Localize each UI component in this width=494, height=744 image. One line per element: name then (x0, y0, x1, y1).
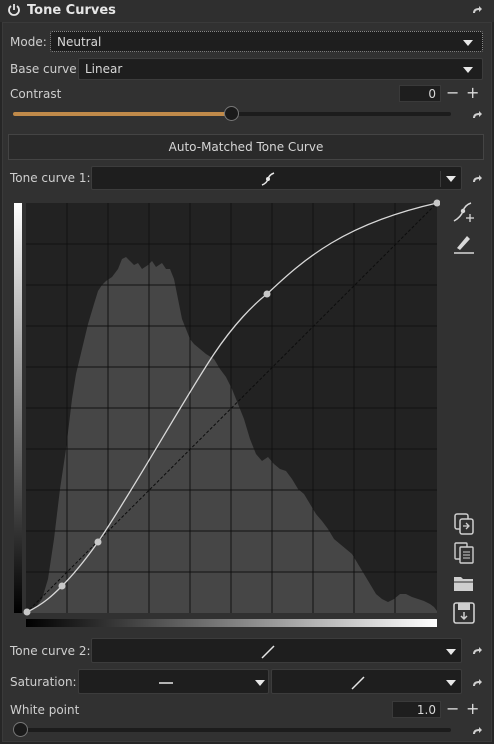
contrast-increment-button[interactable]: + (466, 85, 479, 101)
chevron-down-icon (446, 176, 456, 182)
reset-arrow-icon[interactable] (471, 678, 483, 688)
reset-arrow-icon[interactable] (471, 646, 483, 656)
reset-arrow-icon[interactable] (471, 726, 483, 736)
tone-curve-editor[interactable] (14, 199, 440, 629)
parametric-curve-icon (261, 172, 275, 186)
white-point-value-field[interactable]: 1.0 (392, 701, 441, 718)
contrast-decrement-button[interactable]: − (446, 85, 459, 101)
chevron-down-icon (446, 649, 456, 655)
linear-curve-icon (261, 645, 275, 659)
contrast-value-field[interactable]: 0 (399, 85, 441, 102)
chevron-down-icon (446, 680, 456, 686)
mode-label: Mode: (10, 35, 47, 49)
open-folder-icon[interactable] (451, 570, 477, 596)
mode-value: Neutral (57, 35, 102, 49)
copy-icon[interactable] (451, 511, 477, 537)
contrast-slider-handle[interactable] (224, 106, 239, 121)
saturation-curve-combobox[interactable] (271, 669, 462, 694)
tone-curve-2-label: Tone curve 2: (10, 644, 91, 658)
reset-arrow-icon[interactable] (471, 110, 483, 120)
base-curve-combobox[interactable]: Linear (78, 58, 483, 80)
linear-curve-icon (351, 676, 365, 690)
auto-matched-tone-curve-button[interactable]: Auto-Matched Tone Curve (8, 134, 484, 160)
chevron-down-icon (255, 680, 265, 686)
contrast-label: Contrast (10, 87, 62, 101)
contrast-slider-fill (13, 112, 232, 116)
freehand-draw-icon[interactable] (451, 230, 477, 256)
curve-control-point[interactable] (94, 538, 102, 546)
white-point-label: White point (10, 703, 80, 717)
saturation-curve-type-combobox[interactable] (78, 669, 269, 694)
module-title: Tone Curves (27, 3, 116, 18)
chevron-down-icon (463, 67, 473, 73)
divider (440, 171, 441, 187)
input-gradient-bar (26, 619, 437, 627)
output-gradient-bar (14, 203, 22, 613)
tone-curve-1-label: Tone curve 1: (10, 171, 91, 185)
tone-curve-2-type-combobox[interactable] (91, 638, 462, 663)
chevron-down-icon (463, 40, 473, 46)
save-icon[interactable] (451, 600, 477, 626)
white-point-increment-button[interactable]: + (466, 701, 479, 717)
paste-icon[interactable] (451, 540, 477, 566)
curve-control-point[interactable] (263, 290, 271, 298)
white-point-slider-handle[interactable] (13, 722, 28, 737)
reset-arrow-icon[interactable] (471, 5, 483, 15)
flat-curve-icon (159, 682, 173, 684)
base-curve-value: Linear (85, 62, 123, 76)
white-point-slider-track[interactable] (13, 728, 451, 732)
curve-control-point[interactable] (58, 582, 66, 590)
curve-control-point[interactable] (23, 608, 31, 616)
mode-combobox[interactable]: Neutral (50, 31, 483, 52)
reset-arrow-icon[interactable] (471, 174, 483, 184)
saturation-label: Saturation: (10, 675, 77, 689)
tone-curve-1-type-combobox[interactable] (91, 166, 462, 190)
power-icon[interactable] (7, 3, 21, 17)
edit-points-icon[interactable] (451, 199, 477, 225)
white-point-decrement-button[interactable]: − (446, 701, 459, 717)
base-curve-label: Base curve: (10, 62, 81, 76)
